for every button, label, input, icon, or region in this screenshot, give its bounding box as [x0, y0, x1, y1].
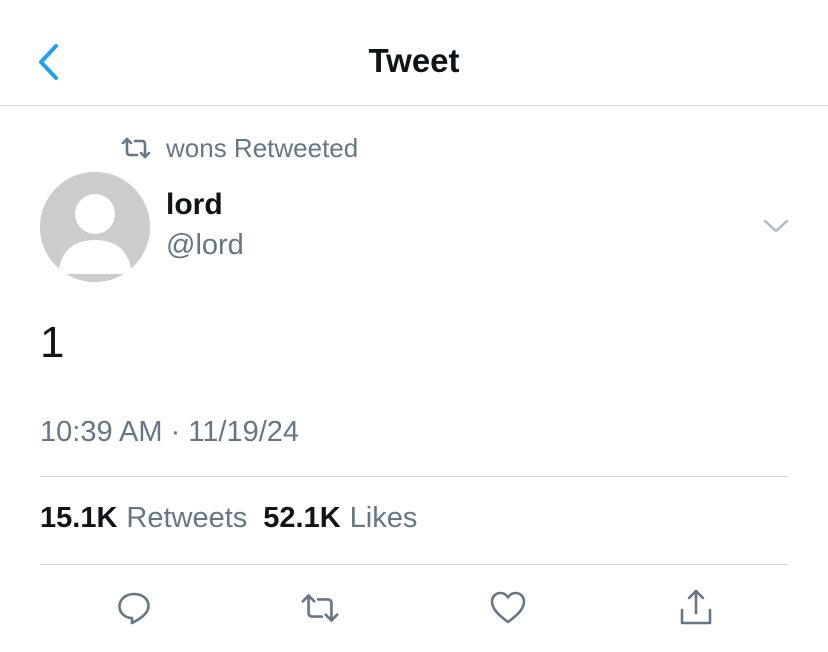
- author-name[interactable]: lord: [166, 188, 223, 222]
- likes-label: Likes: [349, 502, 418, 534]
- reply-button[interactable]: [114, 588, 154, 628]
- top-bar: Tweet: [0, 0, 828, 106]
- share-icon: [680, 589, 712, 625]
- tweet-text: 1: [40, 318, 65, 367]
- likes-stat[interactable]: 52.1K Likes: [263, 502, 417, 535]
- retweet-icon: [301, 594, 339, 622]
- reply-icon: [118, 592, 150, 625]
- like-icon: [490, 591, 526, 624]
- divider: [40, 476, 788, 477]
- divider: [40, 564, 788, 565]
- retweets-count: 15.1K: [40, 502, 118, 534]
- retweets-label: Retweets: [126, 502, 248, 534]
- author-handle[interactable]: @lord: [166, 229, 244, 262]
- avatar[interactable]: [40, 172, 150, 282]
- retweet-icon: [121, 137, 151, 159]
- retweets-stat[interactable]: 15.1K Retweets: [40, 502, 247, 535]
- retweet-context[interactable]: wons Retweeted: [120, 131, 358, 165]
- tweet-stats: 15.1K Retweets 52.1K Likes: [40, 502, 433, 535]
- default-avatar-icon: [40, 172, 150, 282]
- share-button[interactable]: [676, 588, 716, 628]
- page-title: Tweet: [368, 42, 460, 79]
- chevron-down-icon: [763, 219, 789, 233]
- like-button[interactable]: [488, 588, 528, 628]
- retweet-context-text: wons Retweeted: [166, 132, 359, 163]
- likes-count: 52.1K: [263, 502, 341, 534]
- tweet-timestamp: 10:39 AM · 11/19/24: [40, 416, 300, 448]
- tweet-menu-button[interactable]: [760, 214, 792, 240]
- retweet-button[interactable]: [300, 588, 340, 628]
